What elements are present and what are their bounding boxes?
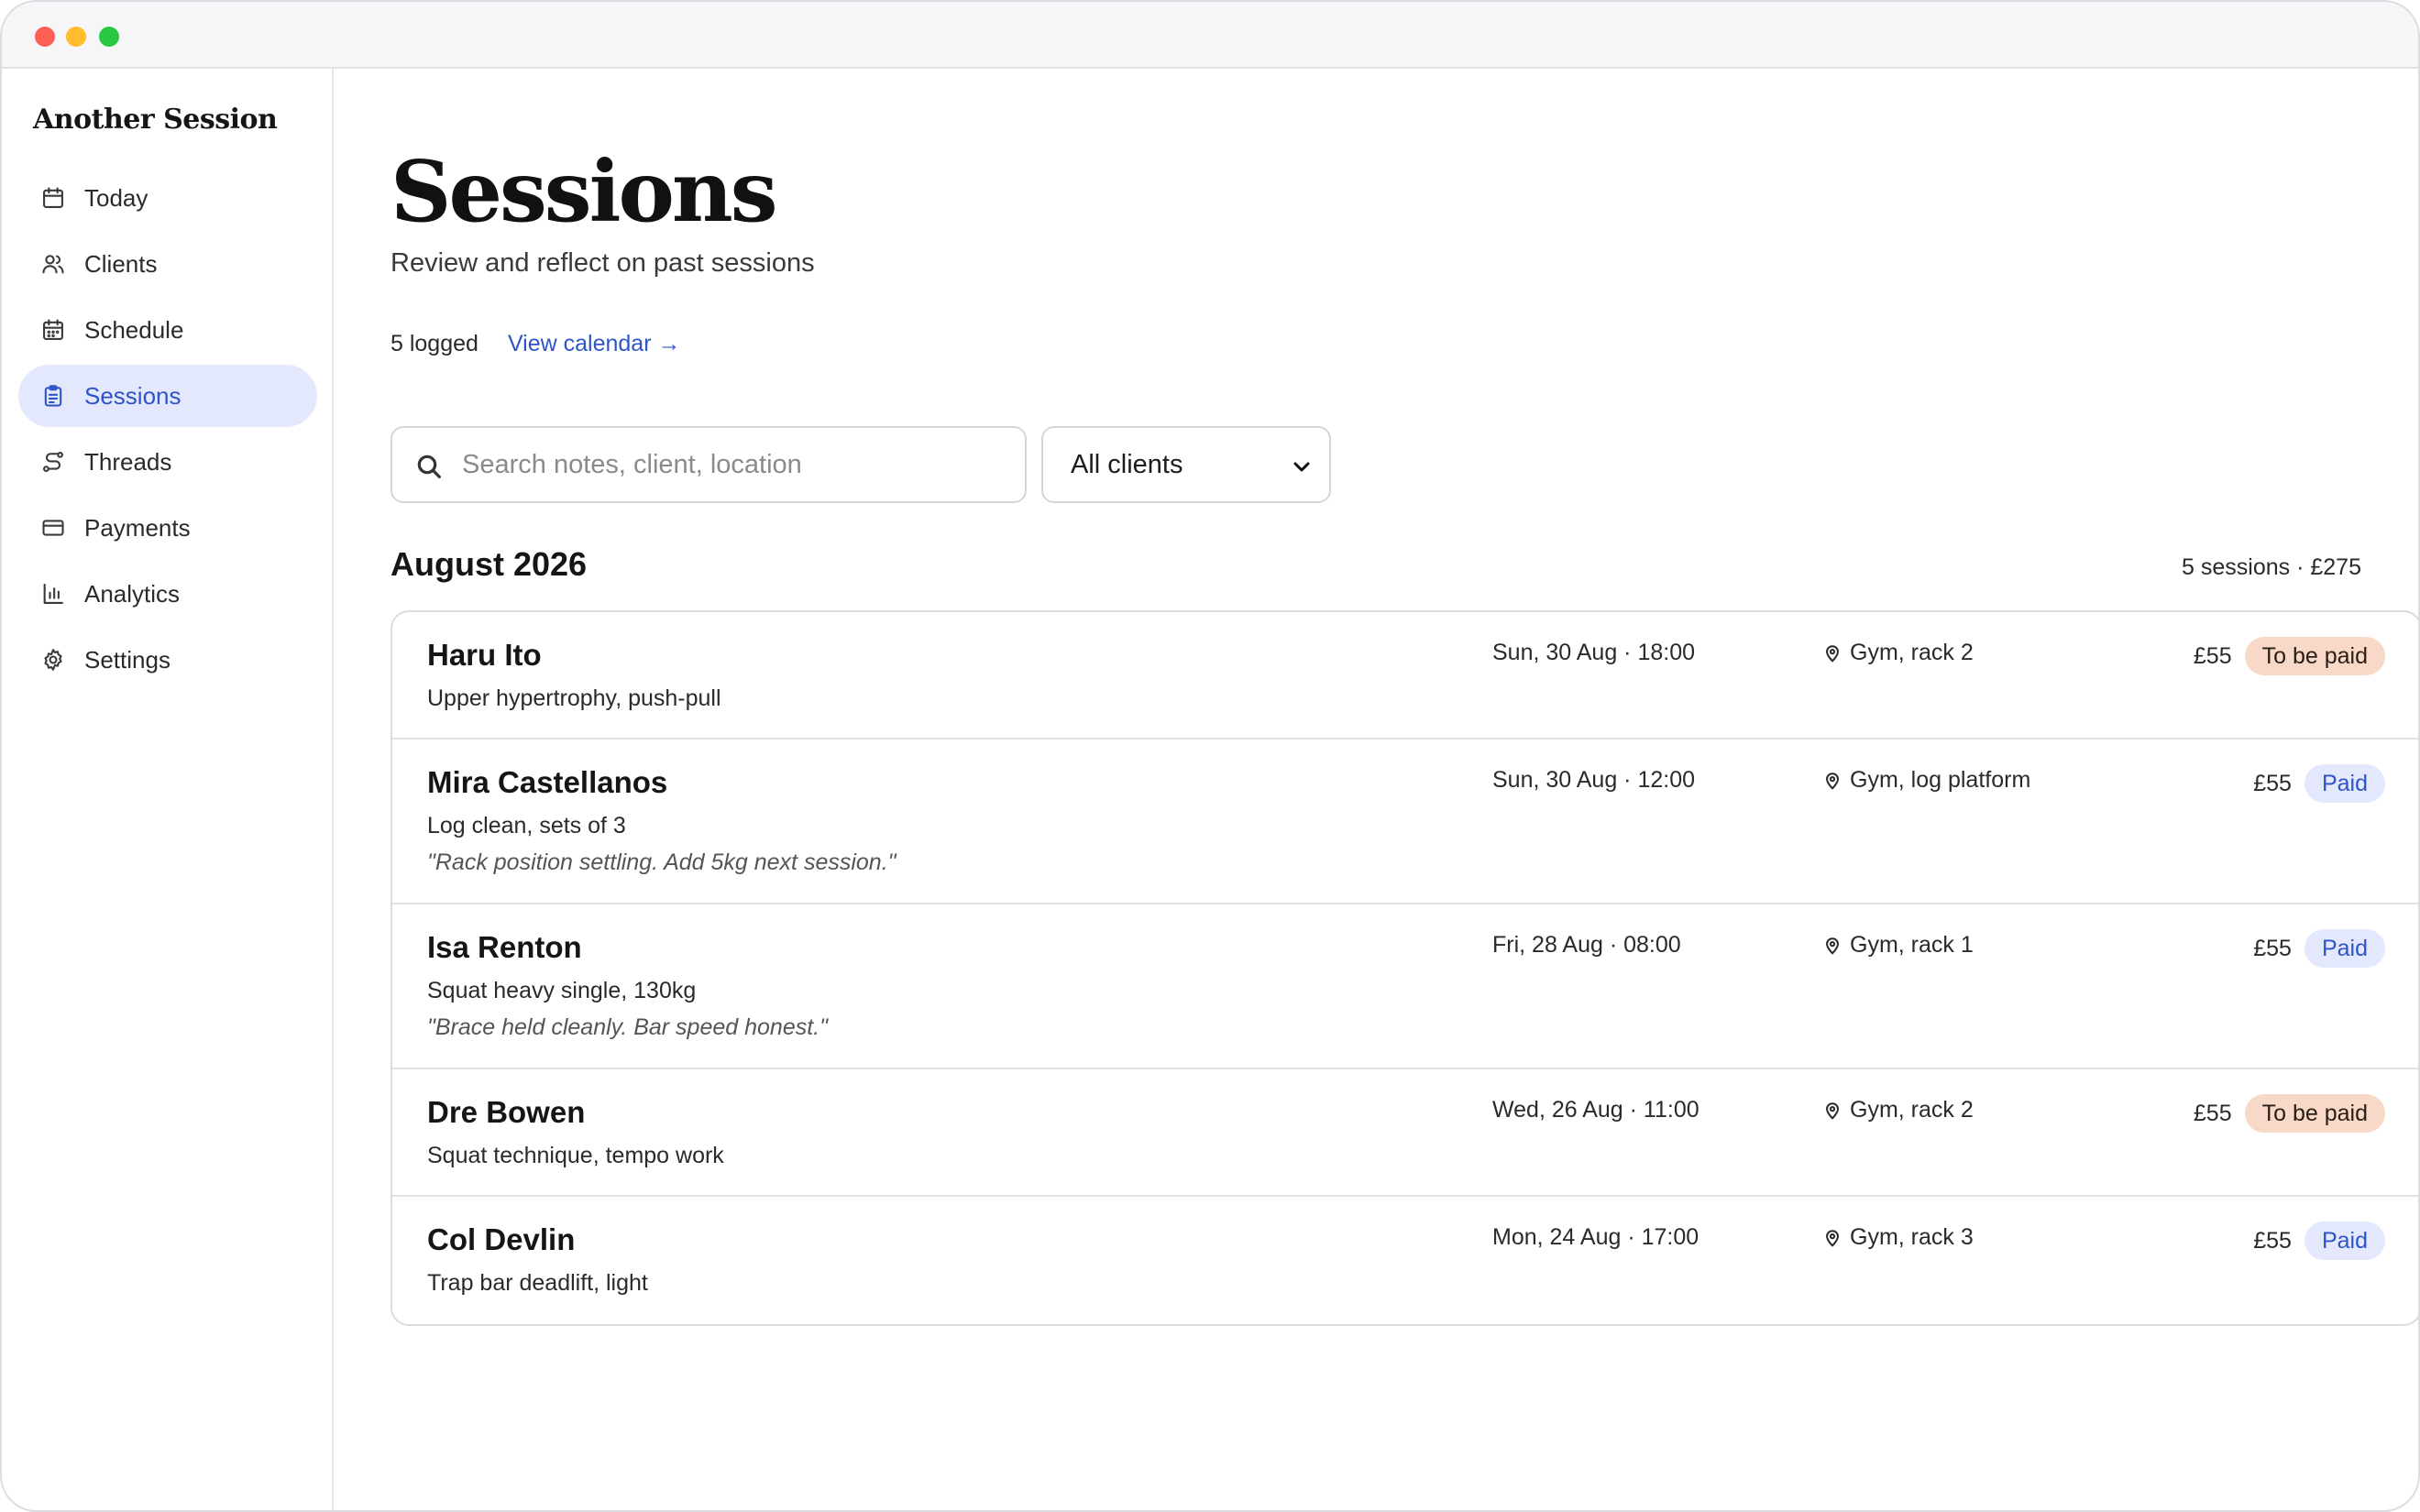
users-icon bbox=[40, 251, 66, 277]
sessions-list: Haru Ito Upper hypertrophy, push-pull Su… bbox=[390, 610, 2418, 1326]
session-row[interactable]: Dre Bowen Squat technique, tempo work We… bbox=[392, 1069, 2418, 1197]
map-pin-icon bbox=[1822, 1101, 1842, 1121]
session-location: Gym, rack 2 bbox=[1822, 1097, 1974, 1123]
session-payment: £55 To be paid bbox=[2194, 1094, 2385, 1133]
session-note: "Brace held cleanly. Bar speed honest." bbox=[427, 1014, 828, 1040]
session-payment: £55 Paid bbox=[2253, 1222, 2385, 1260]
sidebar-item-sessions[interactable]: Sessions bbox=[18, 365, 317, 427]
sidebar-item-label: Sessions bbox=[84, 381, 182, 410]
map-pin-icon bbox=[1822, 643, 1842, 663]
client-filter-value: All clients bbox=[1071, 449, 1183, 479]
session-row[interactable]: Mira Castellanos Log clean, sets of 3 "R… bbox=[392, 740, 2418, 904]
main-content: Sessions Review and reflect on past sess… bbox=[336, 69, 2418, 1510]
session-payment: £55 To be paid bbox=[2194, 637, 2385, 675]
status-badge: Paid bbox=[2304, 929, 2385, 968]
sidebar-item-clients[interactable]: Clients bbox=[18, 233, 317, 295]
session-client-name: Isa Renton bbox=[427, 930, 582, 964]
session-price: £55 bbox=[2253, 935, 2292, 961]
map-pin-icon bbox=[1822, 1228, 1842, 1248]
search-input[interactable] bbox=[462, 441, 1012, 488]
sidebar-nav: Today Clients Schedule Sessions Threads … bbox=[18, 167, 317, 695]
session-datetime: Wed, 26 Aug · 11:00 bbox=[1492, 1097, 1700, 1123]
page-title: Sessions bbox=[390, 142, 778, 241]
sidebar-item-label: Settings bbox=[84, 645, 170, 674]
session-client-name: Dre Bowen bbox=[427, 1095, 586, 1129]
session-datetime: Sun, 30 Aug · 18:00 bbox=[1492, 640, 1696, 665]
client-filter-select[interactable]: All clients bbox=[1041, 426, 1331, 503]
session-row[interactable]: Isa Renton Squat heavy single, 130kg "Br… bbox=[392, 904, 2418, 1069]
minimize-window-button[interactable] bbox=[66, 27, 86, 47]
session-price: £55 bbox=[2253, 770, 2292, 796]
sidebar-item-label: Clients bbox=[84, 249, 158, 278]
session-client-name: Mira Castellanos bbox=[427, 765, 668, 799]
sidebar-item-payments[interactable]: Payments bbox=[18, 497, 317, 559]
session-price: £55 bbox=[2193, 1100, 2232, 1126]
session-client-name: Haru Ito bbox=[427, 638, 542, 672]
session-note: "Rack position settling. Add 5kg next se… bbox=[427, 849, 896, 875]
sidebar-item-label: Analytics bbox=[84, 579, 181, 608]
session-description: Squat technique, tempo work bbox=[427, 1143, 724, 1168]
sessions-meta: 5 logged View calendar → bbox=[390, 331, 680, 357]
session-location: Gym, rack 3 bbox=[1822, 1224, 1974, 1251]
zoom-window-button[interactable] bbox=[99, 27, 119, 47]
clipboard-icon bbox=[40, 383, 66, 409]
session-location: Gym, log platform bbox=[1822, 767, 2030, 794]
session-row[interactable]: Col Devlin Trap bar deadlift, light Mon,… bbox=[392, 1197, 2418, 1324]
calendar-icon bbox=[40, 185, 66, 211]
sidebar-item-label: Threads bbox=[84, 447, 172, 476]
card-icon bbox=[40, 515, 66, 541]
gear-icon bbox=[40, 647, 66, 673]
sidebar-item-schedule[interactable]: Schedule bbox=[18, 299, 317, 361]
session-location-text: Gym, rack 2 bbox=[1850, 1097, 1974, 1123]
session-datetime: Sun, 30 Aug · 12:00 bbox=[1492, 767, 1696, 793]
sidebar-item-settings[interactable]: Settings bbox=[18, 629, 317, 691]
session-location: Gym, rack 2 bbox=[1822, 640, 1974, 666]
session-location: Gym, rack 1 bbox=[1822, 932, 1974, 959]
app-logo: Another Session bbox=[33, 104, 278, 136]
status-badge: Paid bbox=[2304, 1222, 2385, 1260]
month-heading: August 2026 bbox=[390, 545, 588, 583]
session-description: Trap bar deadlift, light bbox=[427, 1270, 648, 1296]
sidebar-item-label: Payments bbox=[84, 513, 191, 542]
session-description: Log clean, sets of 3 bbox=[427, 813, 626, 838]
session-description: Squat heavy single, 130kg bbox=[427, 978, 697, 1003]
session-location-text: Gym, log platform bbox=[1850, 767, 2031, 793]
status-badge: To be paid bbox=[2244, 1094, 2385, 1133]
session-datetime: Mon, 24 Aug · 17:00 bbox=[1492, 1224, 1700, 1250]
session-location-text: Gym, rack 3 bbox=[1850, 1224, 1974, 1250]
session-datetime: Fri, 28 Aug · 08:00 bbox=[1492, 932, 1681, 958]
close-window-button[interactable] bbox=[35, 27, 55, 47]
sidebar-item-today[interactable]: Today bbox=[18, 167, 317, 229]
session-description: Upper hypertrophy, push-pull bbox=[427, 685, 721, 711]
logged-count: 5 logged bbox=[390, 331, 478, 356]
session-client-name: Col Devlin bbox=[427, 1222, 576, 1256]
session-price: £55 bbox=[2193, 642, 2232, 669]
sidebar-item-label: Today bbox=[84, 183, 148, 212]
sidebar: Another Session Today Clients Schedule S… bbox=[2, 69, 334, 1510]
view-calendar-link[interactable]: View calendar → bbox=[508, 331, 681, 357]
search-icon bbox=[414, 452, 444, 481]
chevron-down-icon bbox=[1291, 455, 1313, 477]
sidebar-item-analytics[interactable]: Analytics bbox=[18, 563, 317, 625]
search-box bbox=[390, 426, 1027, 503]
map-pin-icon bbox=[1822, 936, 1842, 956]
title-bar bbox=[2, 2, 2418, 69]
session-price: £55 bbox=[2253, 1227, 2292, 1254]
sidebar-item-label: Schedule bbox=[84, 315, 184, 344]
page-subtitle: Review and reflect on past sessions bbox=[390, 248, 815, 278]
session-payment: £55 Paid bbox=[2253, 764, 2385, 803]
calendar-grid-icon bbox=[40, 317, 66, 343]
sidebar-item-threads[interactable]: Threads bbox=[18, 431, 317, 493]
route-icon bbox=[40, 449, 66, 475]
app-window: Another Session Today Clients Schedule S… bbox=[0, 0, 2420, 1512]
month-summary: 5 sessions · £275 bbox=[2182, 554, 2361, 580]
session-row[interactable]: Haru Ito Upper hypertrophy, push-pull Su… bbox=[392, 612, 2418, 740]
map-pin-icon bbox=[1822, 771, 1842, 791]
status-badge: Paid bbox=[2304, 764, 2385, 803]
session-location-text: Gym, rack 2 bbox=[1850, 640, 1974, 665]
session-location-text: Gym, rack 1 bbox=[1850, 932, 1974, 958]
session-payment: £55 Paid bbox=[2253, 929, 2385, 968]
bar-chart-icon bbox=[40, 581, 66, 607]
status-badge: To be paid bbox=[2244, 637, 2385, 675]
